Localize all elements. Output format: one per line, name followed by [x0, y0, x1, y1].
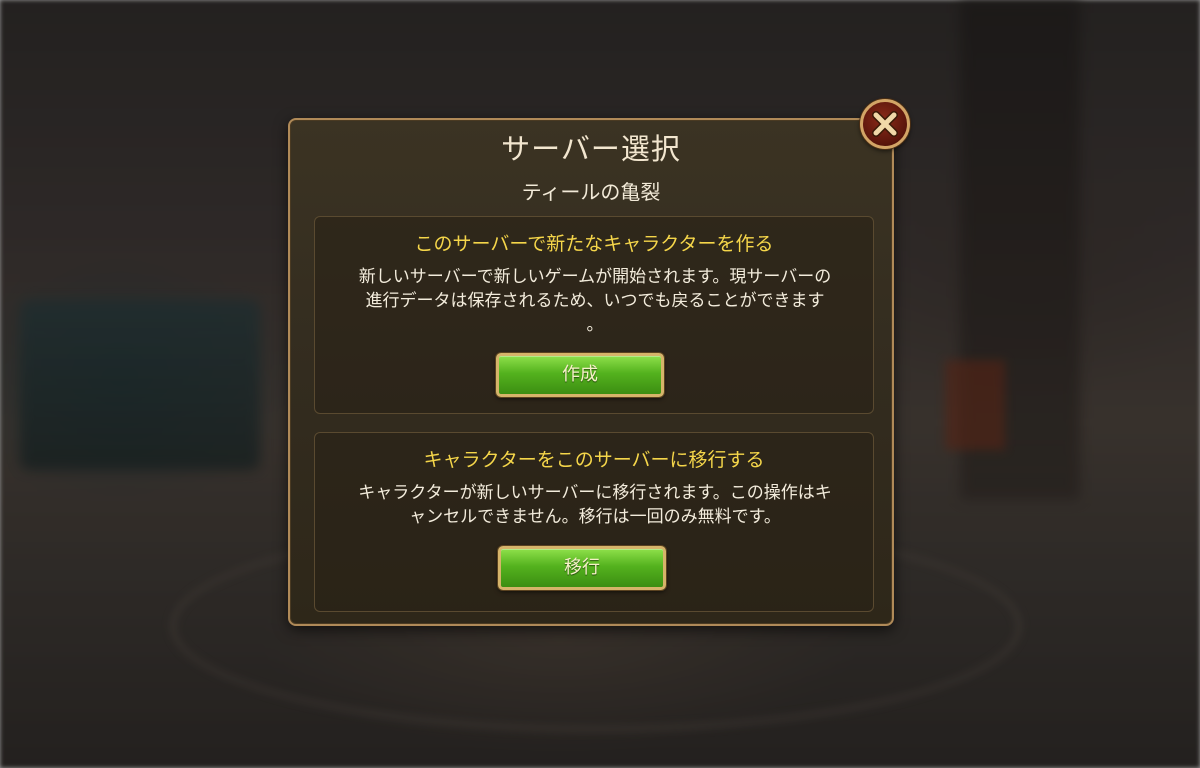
migrate-section-description: キャラクターが新しいサーバーに移行されます。この操作はキ ャンセルできません。移…: [325, 481, 865, 529]
server-name: ティールの亀裂: [521, 180, 661, 204]
create-section-description: 新しいサーバーで新しいゲームが開始されます。現サーバーの 進行データは保存される…: [325, 265, 865, 337]
dialog-title: サーバー選択: [501, 132, 681, 166]
migrate-desc-line: キャラクターが新しいサーバーに移行されます。この操作はキ: [358, 483, 832, 503]
close-button[interactable]: [860, 99, 910, 149]
create-desc-line: 進行データは保存されるため、いつでも戻ることができます: [365, 291, 825, 311]
create-character-section: このサーバーで新たなキャラクターを作る 新しいサーバーで新しいゲームが開始されま…: [314, 216, 874, 414]
create-desc-line: 新しいサーバーで新しいゲームが開始されます。現サーバーの: [358, 267, 832, 287]
create-section-heading: このサーバーで新たなキャラクターを作る: [414, 233, 774, 255]
migrate-button[interactable]: 移行: [498, 546, 666, 590]
create-desc-line: 。: [586, 315, 604, 335]
migrate-section-heading: キャラクターをこのサーバーに移行する: [423, 449, 765, 471]
close-icon: [872, 111, 898, 137]
migrate-character-section: キャラクターをこのサーバーに移行する キャラクターが新しいサーバーに移行されます…: [314, 432, 874, 612]
create-button[interactable]: 作成: [496, 353, 664, 397]
server-select-dialog: サーバー選択 ティールの亀裂 このサーバーで新たなキャラクターを作る 新しいサー…: [288, 118, 894, 626]
migrate-desc-line: ャンセルできません。移行は一回のみ無料です。: [409, 507, 781, 527]
